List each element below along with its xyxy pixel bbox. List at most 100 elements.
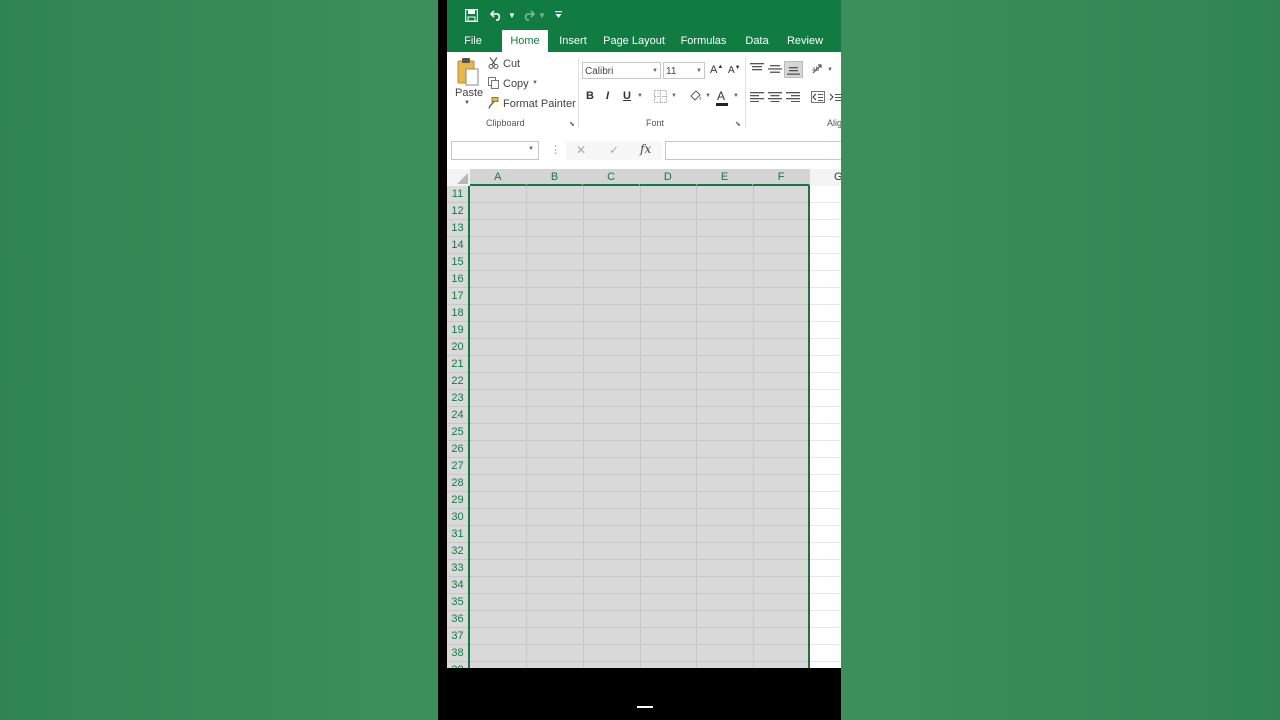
orientation-dropdown-icon[interactable]: ▼ <box>827 67 833 73</box>
bottom-align-icon[interactable] <box>784 61 803 78</box>
row-header[interactable]: 15 <box>447 254 468 271</box>
format-painter-button[interactable]: Format Painter <box>503 98 576 110</box>
name-box-dropdown-icon[interactable]: ▼ <box>528 146 534 152</box>
column-g-cells[interactable] <box>810 186 841 668</box>
undo-icon[interactable] <box>489 7 505 23</box>
tab-formulas[interactable]: Formulas <box>679 30 728 52</box>
row-header[interactable]: 12 <box>447 203 468 220</box>
row-header[interactable]: 24 <box>447 407 468 424</box>
tab-page-layout[interactable]: Page Layout <box>603 30 665 52</box>
formula-input[interactable] <box>665 141 841 160</box>
increase-indent-icon[interactable] <box>829 91 841 103</box>
fill-color-icon[interactable] <box>689 89 703 103</box>
column-header[interactable]: A <box>470 169 527 186</box>
row-header[interactable]: 19 <box>447 322 468 339</box>
row-header[interactable]: 27 <box>447 458 468 475</box>
underline-button[interactable]: U <box>623 90 631 102</box>
row-header[interactable]: 35 <box>447 594 468 611</box>
row-header[interactable]: 36 <box>447 611 468 628</box>
row-header[interactable]: 18 <box>447 305 468 322</box>
align-right-icon[interactable] <box>786 92 800 102</box>
font-name-combo[interactable]: Calibri ▼ <box>582 62 661 79</box>
formula-bar: ▼ ⋮ ✕ ✓ fx <box>447 132 841 169</box>
row-header[interactable]: 34 <box>447 577 468 594</box>
row-header[interactable]: 28 <box>447 475 468 492</box>
borders-icon[interactable] <box>654 90 667 103</box>
row-header[interactable]: 17 <box>447 288 468 305</box>
column-header[interactable]: B <box>526 169 584 186</box>
insert-function-icon[interactable]: fx <box>640 142 651 156</box>
row-header[interactable]: 11 <box>447 186 468 203</box>
grid-line <box>810 627 841 628</box>
customize-icon[interactable] <box>550 7 566 23</box>
font-dialog-launcher-icon[interactable]: ⬊ <box>735 120 741 128</box>
copy-button[interactable]: Copy <box>503 78 529 90</box>
column-header[interactable]: C <box>583 169 640 186</box>
row-header[interactable]: 16 <box>447 271 468 288</box>
bold-button[interactable]: B <box>586 90 594 102</box>
row-header[interactable]: 20 <box>447 339 468 356</box>
row-header[interactable]: 30 <box>447 509 468 526</box>
align-center-icon[interactable] <box>768 92 782 102</box>
orientation-icon[interactable]: ab <box>811 63 825 75</box>
middle-align-icon[interactable] <box>768 64 782 74</box>
column-header[interactable]: E <box>696 169 754 186</box>
worksheet-grid[interactable]: ABCDEFG 11 12 13 14 15 16 17 18 19 20 21 22 23 24 25 26… <box>447 169 841 668</box>
row-header[interactable]: 29 <box>447 492 468 509</box>
row-header[interactable]: 23 <box>447 390 468 407</box>
row-header[interactable]: 32 <box>447 543 468 560</box>
grow-font-button[interactable]: A▲ <box>710 64 723 76</box>
column-header[interactable]: D <box>640 169 697 186</box>
column-header[interactable]: F <box>753 169 810 186</box>
clipboard-dialog-launcher-icon[interactable]: ⬊ <box>569 120 575 128</box>
cut-button[interactable]: Cut <box>503 58 520 70</box>
save-icon[interactable] <box>463 7 479 23</box>
font-size-combo[interactable]: 11 ▼ <box>663 62 705 79</box>
row-header[interactable]: 22 <box>447 373 468 390</box>
italic-button[interactable]: I <box>606 90 609 102</box>
align-left-icon[interactable] <box>750 92 764 102</box>
borders-dropdown-icon[interactable]: ▼ <box>671 93 677 99</box>
font-color-dropdown-icon[interactable]: ▼ <box>733 93 739 99</box>
undo-dropdown-icon[interactable]: ▼ <box>504 7 520 23</box>
tab-insert[interactable]: Insert <box>557 30 589 52</box>
fill-color-dropdown-icon[interactable]: ▼ <box>705 93 711 99</box>
tab-home[interactable]: Home <box>502 30 548 53</box>
tab-file[interactable]: File <box>460 30 486 52</box>
selected-range[interactable] <box>470 186 810 668</box>
tab-data[interactable]: Data <box>743 30 771 52</box>
redo-dropdown-icon[interactable]: ▼ <box>534 7 550 23</box>
row-header[interactable]: 26 <box>447 441 468 458</box>
copy-icon <box>488 77 499 89</box>
phone-screen: ▼ ▼ File Home Insert Page Layout Formula… <box>438 0 841 720</box>
column-header[interactable]: G <box>810 169 841 186</box>
row-header[interactable]: 25 <box>447 424 468 441</box>
cancel-icon[interactable]: ✕ <box>576 143 586 157</box>
shrink-font-button[interactable]: A▼ <box>728 65 741 76</box>
row-header[interactable]: 38 <box>447 645 468 662</box>
row-header[interactable]: 21 <box>447 356 468 373</box>
formula-bar-handle-icon[interactable]: ⋮ <box>550 143 561 156</box>
paste-icon[interactable] <box>456 57 480 87</box>
row-header[interactable]: 13 <box>447 220 468 237</box>
grid-line <box>470 389 808 390</box>
row-header[interactable]: 31 <box>447 526 468 543</box>
font-size-dropdown-icon[interactable]: ▼ <box>696 63 702 80</box>
font-color-button[interactable]: A <box>717 89 725 103</box>
name-box[interactable]: ▼ <box>451 141 539 160</box>
select-all-corner[interactable] <box>447 169 470 186</box>
grid-line <box>470 627 808 628</box>
row-header[interactable]: 33 <box>447 560 468 577</box>
row-header[interactable]: 37 <box>447 628 468 645</box>
paste-button[interactable]: Paste <box>455 87 483 99</box>
paste-dropdown-icon[interactable]: ▼ <box>464 100 470 106</box>
underline-dropdown-icon[interactable]: ▼ <box>637 93 643 99</box>
home-indicator-icon[interactable] <box>637 706 653 708</box>
row-header[interactable]: 14 <box>447 237 468 254</box>
copy-dropdown-icon[interactable]: ▼ <box>532 80 538 86</box>
font-name-dropdown-icon[interactable]: ▼ <box>652 63 658 80</box>
enter-icon[interactable]: ✓ <box>609 143 619 157</box>
top-align-icon[interactable] <box>750 63 764 73</box>
tab-review[interactable]: Review <box>785 30 825 52</box>
decrease-indent-icon[interactable] <box>811 91 825 103</box>
